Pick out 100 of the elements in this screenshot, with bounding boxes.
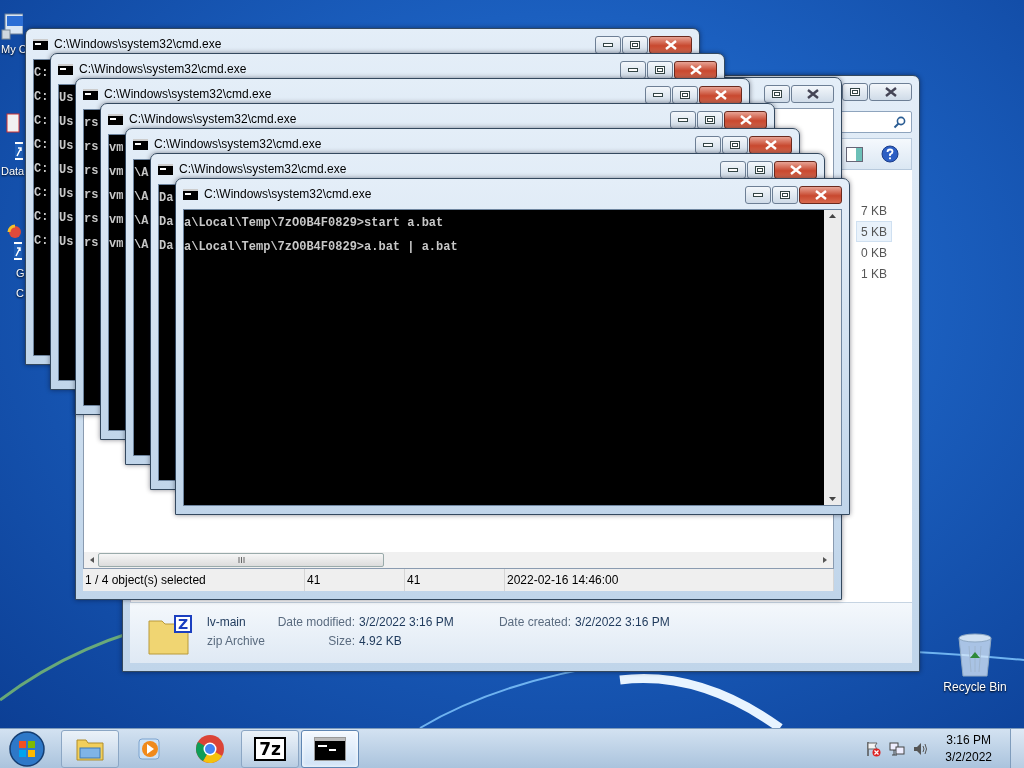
icon-label: G [15, 266, 25, 281]
maximize-button[interactable] [622, 36, 648, 54]
console-line: C: [34, 137, 49, 154]
console-icon [108, 113, 123, 125]
minimize-button[interactable] [645, 86, 671, 104]
console-line: vm [109, 140, 124, 157]
taskbar-button[interactable] [301, 729, 359, 768]
scroll-down-icon[interactable] [829, 497, 836, 501]
close-button[interactable] [774, 161, 817, 179]
flag-icon[interactable] [865, 740, 882, 757]
console-line: C: [34, 185, 49, 202]
console-line: Us [59, 138, 74, 155]
maximize-button[interactable] [647, 61, 673, 79]
maximize-button[interactable] [722, 136, 748, 154]
play-icon [137, 735, 163, 762]
search-field[interactable] [840, 111, 912, 133]
close-button[interactable] [799, 186, 842, 204]
console-line: C: [34, 233, 49, 250]
network-icon[interactable] [889, 740, 906, 757]
window-title: C:\Windows\system32\cmd.exe [154, 137, 322, 151]
close-button[interactable] [674, 61, 717, 79]
close-button[interactable] [649, 36, 692, 54]
desktop-icon[interactable]: Recycle Bin [940, 630, 1010, 694]
file-name: lv-main [207, 614, 247, 631]
console-line: vm [109, 236, 124, 253]
console-line: Us [59, 210, 74, 227]
file-size-cell[interactable]: 0 KB [856, 242, 892, 263]
scrollbar-thumb[interactable] [98, 553, 384, 567]
scroll-up-icon[interactable] [829, 214, 836, 218]
close-icon [689, 65, 702, 75]
preview-pane-icon[interactable] [846, 146, 863, 162]
minimize-button[interactable] [695, 136, 721, 154]
archiver-logo: 7z [254, 736, 286, 761]
status-text: 41 [305, 569, 405, 591]
console-line: \A [134, 237, 149, 254]
minimize-button[interactable] [620, 61, 646, 79]
icon-label: Recycle Bin [943, 680, 1007, 694]
close-button[interactable] [791, 85, 834, 103]
taskbar-button[interactable]: 7z [241, 729, 299, 768]
close-icon [789, 165, 802, 175]
grip-icon [237, 557, 245, 563]
icon-label: Data [1, 164, 25, 178]
console-line: vm [109, 164, 124, 181]
minimize-button[interactable] [595, 36, 621, 54]
clock-date: 3/2/2022 [945, 748, 992, 766]
file-size-cell[interactable]: 7 KB [856, 200, 892, 221]
close-icon [884, 87, 897, 97]
file-size-cell[interactable]: 5 KB [856, 221, 892, 242]
console-icon [58, 63, 73, 75]
console-line: rs [84, 115, 99, 132]
desktop-icon[interactable]: G C [0, 222, 24, 302]
detail-label: Date modified: [276, 614, 355, 631]
window-title: C:\Windows\system32\cmd.exe [129, 112, 297, 126]
console-icon [83, 88, 98, 100]
close-button[interactable] [869, 83, 912, 101]
minimize-icon [753, 193, 763, 197]
minimize-icon [728, 168, 738, 172]
console-line: C: [34, 65, 49, 82]
windows-logo-icon [8, 729, 46, 768]
console-line: a\Local\Temp\7zO0B4F0829>a.bat | a.bat [184, 239, 458, 256]
console-line: Da [159, 214, 174, 231]
maximize-icon [630, 41, 640, 49]
close-button[interactable] [749, 136, 792, 154]
console-line: \A [134, 213, 149, 230]
console-line: vm [109, 212, 124, 229]
scroll-left-icon[interactable] [88, 556, 96, 564]
close-icon [739, 115, 752, 125]
console-line: rs [84, 211, 99, 228]
console-line: C: [34, 113, 49, 130]
detail-value: 4.92 KB [359, 633, 403, 650]
window-title: C:\Windows\system32\cmd.exe [79, 62, 247, 76]
maximize-button[interactable] [772, 186, 798, 204]
file-size-cell[interactable]: 1 KB [856, 263, 892, 284]
maximize-icon [755, 166, 765, 174]
maximize-button[interactable] [842, 83, 868, 101]
minimize-button[interactable] [720, 161, 746, 179]
close-button[interactable] [699, 86, 742, 104]
console-line: Us [59, 186, 74, 203]
minimize-icon [603, 43, 613, 47]
scroll-right-icon[interactable] [821, 556, 829, 564]
close-icon [814, 190, 827, 200]
maximize-button[interactable] [672, 86, 698, 104]
minimize-icon [653, 93, 663, 97]
maximize-button[interactable] [697, 111, 723, 129]
window-title: C:\Windows\system32\cmd.exe [104, 87, 272, 101]
minimize-button[interactable] [670, 111, 696, 129]
search-icon [893, 115, 906, 129]
console-icon [314, 736, 346, 761]
status-text: 41 [405, 569, 505, 591]
console-icon [183, 188, 198, 200]
status-text: 2022-02-16 14:46:00 [505, 569, 834, 591]
console-line: C: [34, 89, 49, 106]
help-icon[interactable] [881, 145, 899, 163]
maximize-icon [780, 191, 790, 199]
detail-value: 3/2/2022 3:16 PM [575, 614, 671, 631]
desktop-icon[interactable]: Data [1, 112, 25, 178]
maximize-button[interactable] [747, 161, 773, 179]
minimize-button[interactable] [745, 186, 771, 204]
close-button[interactable] [724, 111, 767, 129]
maximize-button[interactable] [764, 85, 790, 103]
